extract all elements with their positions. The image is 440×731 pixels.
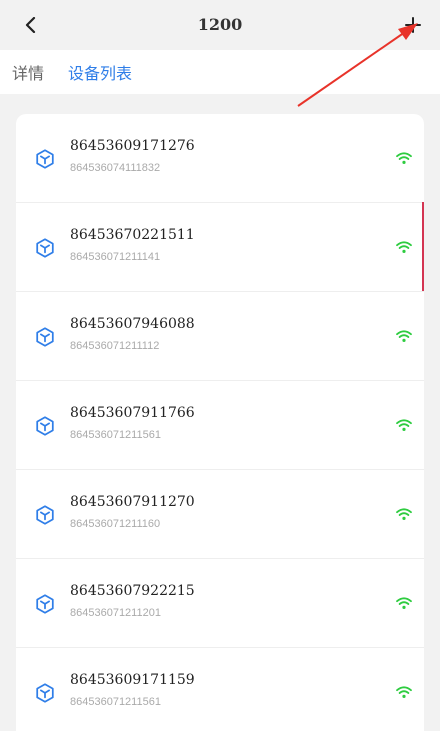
plus-icon	[405, 17, 421, 33]
device-id: 86453607911270	[70, 494, 195, 510]
tab-device-list[interactable]: 设备列表	[68, 60, 132, 84]
cube-icon	[34, 237, 56, 259]
wifi-icon	[396, 329, 412, 343]
cube-icon	[34, 415, 56, 437]
add-device-button[interactable]	[400, 12, 426, 38]
device-row[interactable]: 86453607911766 864536071211561	[16, 381, 424, 470]
device-id: 86453607922215	[70, 583, 195, 599]
cube-icon	[34, 148, 56, 170]
device-serial: 864536071211141	[70, 251, 161, 263]
device-id: 86453609171276	[70, 138, 195, 154]
device-row[interactable]: 86453609171159 864536071211561	[16, 648, 424, 731]
device-row[interactable]: 86453607911270 864536071211160	[16, 470, 424, 559]
device-id: 86453609171159	[70, 672, 195, 688]
cube-icon	[34, 682, 56, 704]
wifi-icon	[396, 685, 412, 699]
tab-details[interactable]: 详情	[12, 60, 44, 84]
wifi-icon	[396, 596, 412, 610]
device-id: 86453607946088	[70, 316, 195, 332]
cube-icon	[34, 593, 56, 615]
device-serial: 864536071211201	[70, 607, 161, 619]
device-id: 86453607911766	[70, 405, 195, 421]
device-id: 86453670221511	[70, 227, 195, 243]
wifi-icon	[396, 507, 412, 521]
device-row[interactable]: 86453607922215 864536071211201	[16, 559, 424, 648]
device-serial: 864536071211561	[70, 429, 161, 441]
device-serial: 864536071211160	[70, 518, 161, 530]
cube-icon	[34, 326, 56, 348]
wifi-icon	[396, 418, 412, 432]
device-serial: 864536071211561	[70, 696, 161, 708]
device-row[interactable]: 86453670221511 864536071211141	[16, 203, 424, 292]
device-list-screen: 1200 详情 设备列表 86453609171276 8645360741118…	[0, 0, 440, 731]
tab-bar: 详情 设备列表	[0, 50, 440, 94]
page-title: 1200	[197, 15, 243, 34]
cube-icon	[34, 504, 56, 526]
wifi-icon	[396, 240, 412, 254]
device-row[interactable]: 86453609171276 864536074111832	[16, 114, 424, 203]
device-serial: 864536074111832	[70, 162, 161, 174]
device-row[interactable]: 86453607946088 864536071211112	[16, 292, 424, 381]
wifi-icon	[396, 151, 412, 165]
top-navbar: 1200	[0, 0, 440, 50]
device-list: 86453609171276 864536074111832 86453670221…	[16, 114, 424, 731]
device-serial: 864536071211112	[70, 340, 160, 352]
